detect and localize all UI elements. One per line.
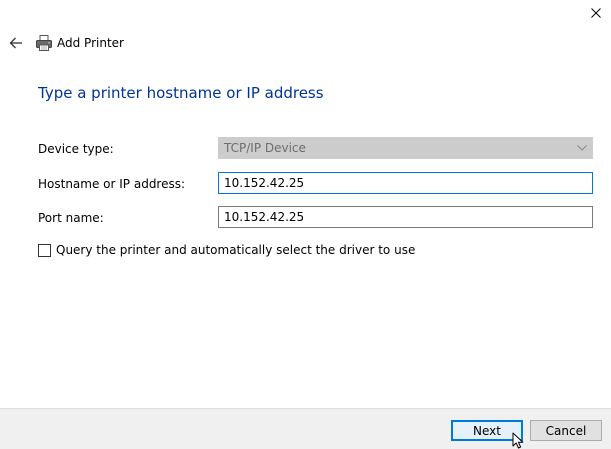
printer-icon [36,35,52,51]
query-driver-option[interactable]: Query the printer and automatically sele… [38,242,415,258]
arrow-left-icon [9,37,22,49]
add-printer-dialog: Add Printer Type a printer hostname or I… [0,0,611,449]
query-driver-label: Query the printer and automatically sele… [56,243,416,257]
hostname-input[interactable] [218,172,593,194]
device-type-value: TCP/IP Device [224,141,306,155]
device-type-label: Device type: [38,142,114,156]
next-button[interactable]: Next [451,420,523,441]
device-type-select[interactable]: TCP/IP Device [218,137,593,159]
dialog-footer: Next Cancel [0,408,611,449]
query-driver-checkbox[interactable] [38,243,51,257]
back-button[interactable] [6,33,26,53]
port-name-input[interactable] [218,206,593,228]
chevron-down-icon [572,138,592,158]
close-button[interactable] [584,2,608,24]
cancel-button[interactable]: Cancel [530,420,602,441]
close-icon [591,8,601,18]
port-name-label: Port name: [38,211,104,225]
hostname-label: Hostname or IP address: [38,177,186,191]
page-title: Type a printer hostname or IP address [38,84,324,102]
window-title: Add Printer [57,36,124,50]
